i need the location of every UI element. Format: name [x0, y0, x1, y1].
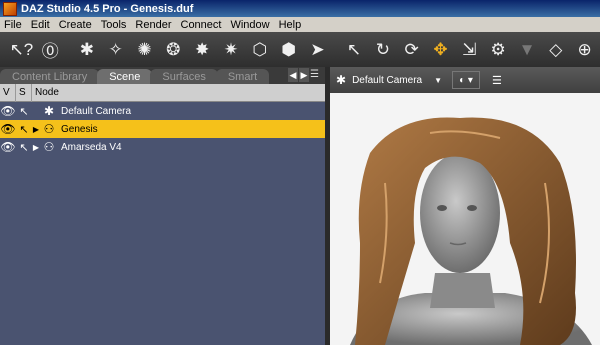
scene-row-genesis[interactable]: 👁 ↖ ▶ ⚇ Genesis — [0, 120, 325, 138]
create-pointlight-icon[interactable]: ✺ — [131, 36, 158, 64]
menu-bar: File Edit Create Tools Render Connect Wi… — [0, 17, 600, 32]
selectable-icon[interactable]: ↖ — [16, 123, 32, 136]
menu-window[interactable]: Window — [230, 19, 269, 31]
selectable-icon[interactable]: ↖ — [16, 105, 32, 118]
menu-help[interactable]: Help — [279, 19, 302, 31]
selectable-icon[interactable]: ↖ — [16, 141, 32, 154]
menu-file[interactable]: File — [4, 19, 22, 31]
node-selection-icon[interactable]: ➤ — [304, 36, 331, 64]
create-spotlight-icon[interactable]: ✧ — [102, 36, 129, 64]
camera-icon: ✱ — [336, 73, 347, 87]
create-spot-light-icon[interactable]: ✸ — [189, 36, 216, 64]
panel-tabs: Content Library Scene Surfaces Smart ◀ ▶… — [0, 67, 325, 84]
create-linear-light-icon[interactable]: ✷ — [218, 36, 245, 64]
help-icon[interactable]: ⓪ — [37, 36, 64, 64]
tab-smart[interactable]: Smart — [215, 69, 270, 84]
pointer-icon[interactable]: ↖ — [341, 36, 368, 64]
eye-icon[interactable]: 👁 — [0, 140, 16, 154]
surface-selection-icon[interactable]: ▼ — [514, 36, 541, 64]
create-distant-light-icon[interactable]: ❂ — [160, 36, 187, 64]
figure-node-icon: ⚇ — [43, 122, 55, 136]
menu-tools[interactable]: Tools — [101, 19, 127, 31]
expand-arrow-icon[interactable]: ▶ — [32, 125, 40, 134]
create-primitive-icon[interactable]: ⬡ — [246, 36, 273, 64]
twist-icon[interactable]: ⟳ — [398, 36, 425, 64]
scale-icon[interactable]: ⇲ — [456, 36, 483, 64]
camera-select[interactable]: Default Camera — [352, 75, 422, 86]
geometry-editor-icon[interactable]: ◇ — [542, 36, 569, 64]
column-visible[interactable]: V — [0, 83, 16, 102]
camera-node-icon: ✱ — [43, 104, 55, 118]
hair-node-icon: ⚇ — [43, 140, 55, 154]
eye-icon[interactable]: 👁 — [0, 104, 16, 118]
toolbar-separator — [333, 36, 339, 64]
translate-icon[interactable]: ✥ — [427, 36, 454, 64]
viewport-toolbar: ✱ Default Camera ▼ ◐ ▾ ☰ — [330, 67, 600, 93]
tab-surfaces[interactable]: Surfaces — [150, 69, 218, 84]
region-navigator-icon[interactable]: ⊕ — [571, 36, 598, 64]
menu-connect[interactable]: Connect — [181, 19, 222, 31]
toolbar: ↖? ⓪ ✱ ✧ ✺ ❂ ✸ ✷ ⬡ ⬢ ➤ ↖ ↻ ⟳ ✥ ⇲ ⚙ ▼ ◇ ⊕ — [0, 32, 600, 67]
panel-menu-icon[interactable]: ☰ — [310, 69, 323, 82]
joint-editor-icon[interactable]: ⚙ — [485, 36, 512, 64]
scene-row-amarseda[interactable]: 👁 ↖ ▶ ⚇ Amarseda V4 — [0, 138, 325, 156]
toolbar-separator — [66, 36, 72, 64]
whats-this-icon[interactable]: ↖? — [8, 36, 35, 64]
scene-panel: Content Library Scene Surfaces Smart ◀ ▶… — [0, 67, 325, 345]
expand-arrow-icon[interactable]: ▶ — [32, 143, 40, 152]
menu-render[interactable]: Render — [135, 19, 171, 31]
title-bar: DAZ Studio 4.5 Pro - Genesis.duf — [0, 0, 600, 17]
viewport-menu-icon[interactable]: ☰ — [492, 74, 502, 87]
scene-column-header: V S Node — [0, 83, 325, 102]
draw-style-button[interactable]: ◐ ▾ — [452, 71, 481, 89]
tab-scene[interactable]: Scene — [97, 69, 153, 84]
viewport[interactable]: ✱ Default Camera ▼ ◐ ▾ ☰ — [330, 67, 600, 345]
column-node[interactable]: Node — [32, 84, 325, 102]
node-label: Default Camera — [61, 105, 132, 117]
tab-scroll-left-icon[interactable]: ◀ — [288, 68, 298, 82]
tab-scroll-arrows: ◀ ▶ — [287, 68, 309, 82]
daz-app-icon — [3, 1, 17, 16]
menu-create[interactable]: Create — [59, 19, 92, 31]
tab-content-library[interactable]: Content Library — [0, 69, 100, 84]
rotate-icon[interactable]: ↻ — [369, 36, 396, 64]
create-group-icon[interactable]: ⬢ — [275, 36, 302, 64]
node-label: Amarseda V4 — [61, 141, 122, 153]
tab-scroll-right-icon[interactable]: ▶ — [299, 68, 309, 82]
create-camera-icon[interactable]: ✱ — [73, 36, 100, 64]
node-label: Genesis — [61, 123, 98, 135]
eye-icon[interactable]: 👁 — [0, 122, 16, 136]
column-selectable[interactable]: S — [16, 83, 32, 102]
scene-row-default-camera[interactable]: 👁 ↖ ✱ Default Camera — [0, 102, 325, 120]
menu-edit[interactable]: Edit — [31, 19, 50, 31]
viewport-render — [330, 93, 600, 345]
chevron-down-icon[interactable]: ▼ — [434, 76, 442, 85]
window-title: DAZ Studio 4.5 Pro - Genesis.duf — [21, 2, 194, 15]
